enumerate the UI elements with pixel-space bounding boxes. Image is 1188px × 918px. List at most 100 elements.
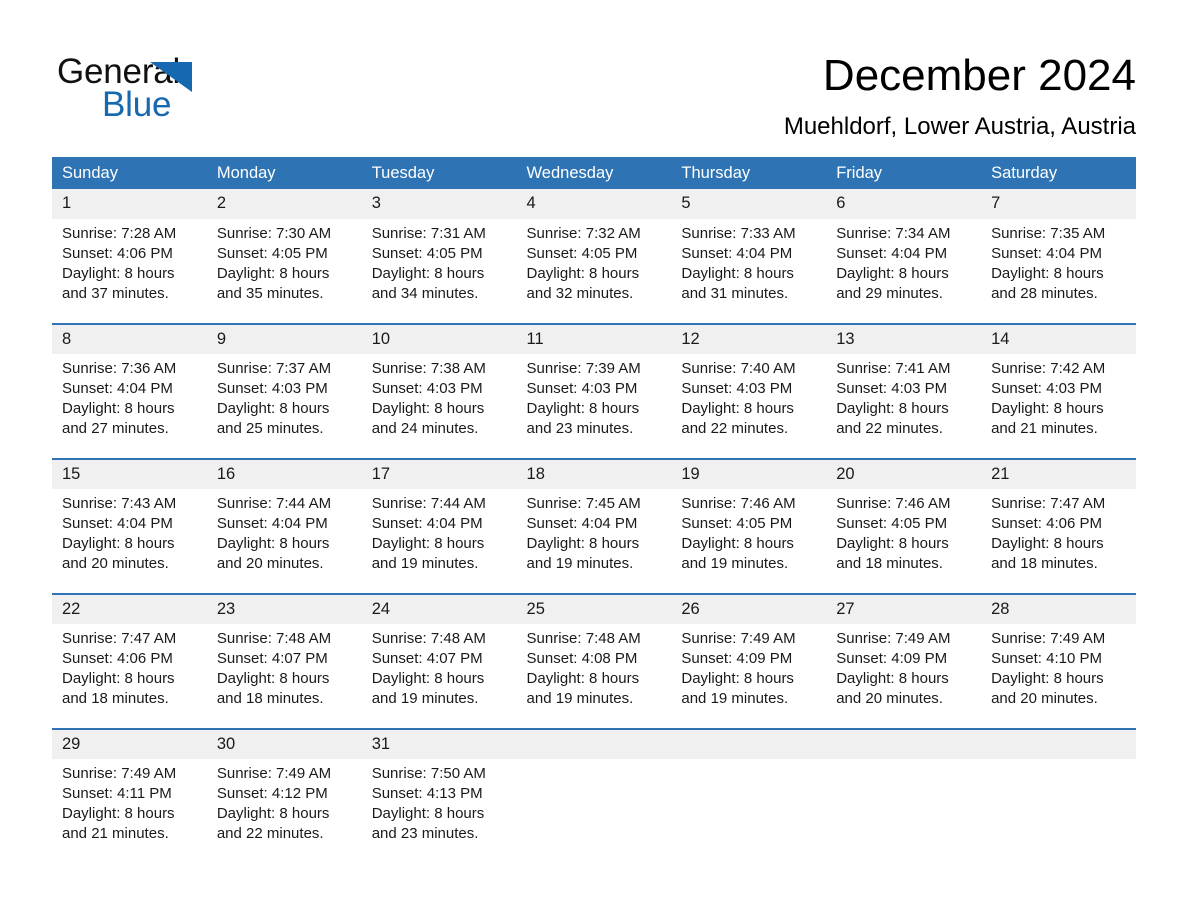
day-cell-body[interactable]: Sunrise: 7:37 AM Sunset: 4:03 PM Dayligh… <box>206 354 362 459</box>
sunrise-text: Sunrise: 7:43 AM <box>62 495 177 512</box>
day-cell-header[interactable]: 2 <box>206 189 362 219</box>
day-cell-header[interactable]: 19 <box>671 458 827 489</box>
day-cell-body-empty <box>671 759 827 864</box>
day-cell-body[interactable]: Sunrise: 7:48 AM Sunset: 4:07 PM Dayligh… <box>361 624 517 729</box>
day-number: 22 <box>62 600 81 618</box>
day-cell-header[interactable]: 21 <box>981 458 1136 489</box>
day-cell-body[interactable]: Sunrise: 7:39 AM Sunset: 4:03 PM Dayligh… <box>516 354 672 459</box>
day-cell-header[interactable]: 5 <box>671 189 827 219</box>
day-cell-header[interactable]: 24 <box>361 593 517 624</box>
day-number: 10 <box>371 330 391 348</box>
day-cell-header[interactable]: 13 <box>826 323 982 354</box>
logo-text-blue: Blue <box>102 85 172 124</box>
day-cell-header[interactable]: 12 <box>671 323 827 354</box>
daylight-text-line1: Daylight: 8 hours <box>836 535 949 552</box>
daylight-text-line2: and 22 minutes. <box>836 420 943 437</box>
day-number: 17 <box>371 465 391 483</box>
day-cell-body[interactable]: Sunrise: 7:49 AM Sunset: 4:10 PM Dayligh… <box>981 624 1136 729</box>
sunrise-text: Sunrise: 7:44 AM <box>371 495 486 512</box>
day-cell-body[interactable]: Sunrise: 7:45 AM Sunset: 4:04 PM Dayligh… <box>516 489 672 594</box>
day-cell-body[interactable]: Sunrise: 7:33 AM Sunset: 4:04 PM Dayligh… <box>671 219 827 324</box>
daylight-text-line2: and 25 minutes. <box>216 420 324 437</box>
day-cell-header[interactable]: 9 <box>206 323 362 354</box>
day-number: 1 <box>62 194 72 212</box>
sunset-text: Sunset: 4:04 PM <box>991 245 1102 262</box>
sunset-text: Sunset: 4:04 PM <box>62 380 173 397</box>
sunset-text: Sunset: 4:04 PM <box>371 515 483 532</box>
daylight-text-line1: Daylight: 8 hours <box>62 265 175 282</box>
daylight-text-line2: and 19 minutes. <box>371 555 479 572</box>
day-cell-header[interactable]: 23 <box>206 593 362 624</box>
day-cell-body[interactable]: Sunrise: 7:28 AM Sunset: 4:06 PM Dayligh… <box>52 219 207 324</box>
sunset-text: Sunset: 4:04 PM <box>836 245 948 262</box>
day-cell-body[interactable]: Sunrise: 7:48 AM Sunset: 4:08 PM Dayligh… <box>516 624 672 729</box>
day-number: 6 <box>836 194 846 212</box>
day-cell-body[interactable]: Sunrise: 7:46 AM Sunset: 4:05 PM Dayligh… <box>826 489 982 594</box>
day-cell-header[interactable]: 3 <box>361 189 517 219</box>
daylight-text-line1: Daylight: 8 hours <box>371 535 485 552</box>
daylight-text-line2: and 19 minutes. <box>681 690 789 707</box>
sunrise-text: Sunrise: 7:32 AM <box>526 225 641 242</box>
day-cell-body[interactable]: Sunrise: 7:40 AM Sunset: 4:03 PM Dayligh… <box>671 354 827 459</box>
day-cell-header[interactable]: 6 <box>826 189 982 219</box>
day-cell-body[interactable]: Sunrise: 7:49 AM Sunset: 4:09 PM Dayligh… <box>671 624 827 729</box>
day-cell-body[interactable]: Sunrise: 7:44 AM Sunset: 4:04 PM Dayligh… <box>361 489 517 594</box>
day-cell-body[interactable]: Sunrise: 7:43 AM Sunset: 4:04 PM Dayligh… <box>52 489 207 594</box>
sunset-text: Sunset: 4:03 PM <box>526 380 638 397</box>
sunset-text: Sunset: 4:06 PM <box>62 245 173 262</box>
day-cell-header[interactable]: 27 <box>826 593 982 624</box>
day-cell-header[interactable]: 20 <box>826 458 982 489</box>
day-cell-header[interactable]: 16 <box>206 458 362 489</box>
sunrise-text: Sunrise: 7:41 AM <box>836 360 951 377</box>
day-cell-body[interactable]: Sunrise: 7:30 AM Sunset: 4:05 PM Dayligh… <box>206 219 362 324</box>
day-cell-header[interactable]: 31 <box>361 728 517 759</box>
day-cell-header[interactable]: 8 <box>52 323 207 354</box>
day-cell-header[interactable]: 1 <box>52 189 207 219</box>
day-cell-body[interactable]: Sunrise: 7:34 AM Sunset: 4:04 PM Dayligh… <box>826 219 982 324</box>
day-cell-header[interactable]: 7 <box>981 189 1136 219</box>
page-header: General Blue December 2024 Muehldorf, Lo… <box>0 0 1188 152</box>
day-cell-header[interactable]: 10 <box>361 323 517 354</box>
generalblue-logo[interactable]: General Blue <box>57 52 257 128</box>
sunset-text: Sunset: 4:09 PM <box>836 650 948 667</box>
day-cell-body[interactable]: Sunrise: 7:36 AM Sunset: 4:04 PM Dayligh… <box>52 354 207 459</box>
sunrise-text: Sunrise: 7:48 AM <box>526 630 641 647</box>
daylight-text-line2: and 22 minutes. <box>216 825 324 842</box>
day-cell-header[interactable]: 15 <box>52 458 207 489</box>
day-cell-header[interactable]: 29 <box>52 728 207 759</box>
day-cell-body[interactable]: Sunrise: 7:42 AM Sunset: 4:03 PM Dayligh… <box>981 354 1136 459</box>
day-cell-body[interactable]: Sunrise: 7:32 AM Sunset: 4:05 PM Dayligh… <box>516 219 672 324</box>
day-cell-body[interactable]: Sunrise: 7:48 AM Sunset: 4:07 PM Dayligh… <box>206 624 362 729</box>
day-cell-header[interactable]: 4 <box>516 189 672 219</box>
sunset-text: Sunset: 4:04 PM <box>216 515 328 532</box>
day-cell-header[interactable]: 22 <box>52 593 207 624</box>
day-cell-header[interactable]: 30 <box>206 728 362 759</box>
day-cell-header[interactable]: 26 <box>671 593 827 624</box>
day-cell-body[interactable]: Sunrise: 7:44 AM Sunset: 4:04 PM Dayligh… <box>206 489 362 594</box>
day-cell-header[interactable]: 25 <box>516 593 672 624</box>
day-cell-header[interactable]: 14 <box>981 323 1136 354</box>
day-cell-header[interactable]: 11 <box>516 323 672 354</box>
day-cell-body[interactable]: Sunrise: 7:47 AM Sunset: 4:06 PM Dayligh… <box>981 489 1136 594</box>
day-cell-body[interactable]: Sunrise: 7:47 AM Sunset: 4:06 PM Dayligh… <box>52 624 207 729</box>
day-cell-header[interactable]: 28 <box>981 593 1136 624</box>
day-cell-body[interactable]: Sunrise: 7:35 AM Sunset: 4:04 PM Dayligh… <box>981 219 1136 324</box>
daylight-text-line1: Daylight: 8 hours <box>836 400 949 417</box>
day-cell-body[interactable]: Sunrise: 7:49 AM Sunset: 4:12 PM Dayligh… <box>206 759 362 864</box>
day-cell-header[interactable]: 17 <box>361 458 517 489</box>
day-cell-body[interactable]: Sunrise: 7:31 AM Sunset: 4:05 PM Dayligh… <box>361 219 517 324</box>
day-cell-header[interactable]: 18 <box>516 458 672 489</box>
day-cell-body[interactable]: Sunrise: 7:50 AM Sunset: 4:13 PM Dayligh… <box>361 759 517 864</box>
weekday-header-monday: Monday <box>206 157 362 189</box>
day-cell-body[interactable]: Sunrise: 7:41 AM Sunset: 4:03 PM Dayligh… <box>826 354 982 459</box>
day-cell-body[interactable]: Sunrise: 7:46 AM Sunset: 4:05 PM Dayligh… <box>671 489 827 594</box>
sunset-text: Sunset: 4:04 PM <box>526 515 638 532</box>
day-info-row: Sunrise: 7:36 AM Sunset: 4:04 PM Dayligh… <box>52 354 1136 459</box>
page-title: December 2024 <box>822 51 1136 100</box>
day-cell-body[interactable]: Sunrise: 7:49 AM Sunset: 4:11 PM Dayligh… <box>52 759 207 864</box>
day-cell-body[interactable]: Sunrise: 7:49 AM Sunset: 4:09 PM Dayligh… <box>826 624 982 729</box>
sunset-text: Sunset: 4:05 PM <box>836 515 948 532</box>
daylight-text-line1: Daylight: 8 hours <box>526 670 640 687</box>
sunrise-text: Sunrise: 7:49 AM <box>681 630 796 647</box>
day-cell-body[interactable]: Sunrise: 7:38 AM Sunset: 4:03 PM Dayligh… <box>361 354 517 459</box>
